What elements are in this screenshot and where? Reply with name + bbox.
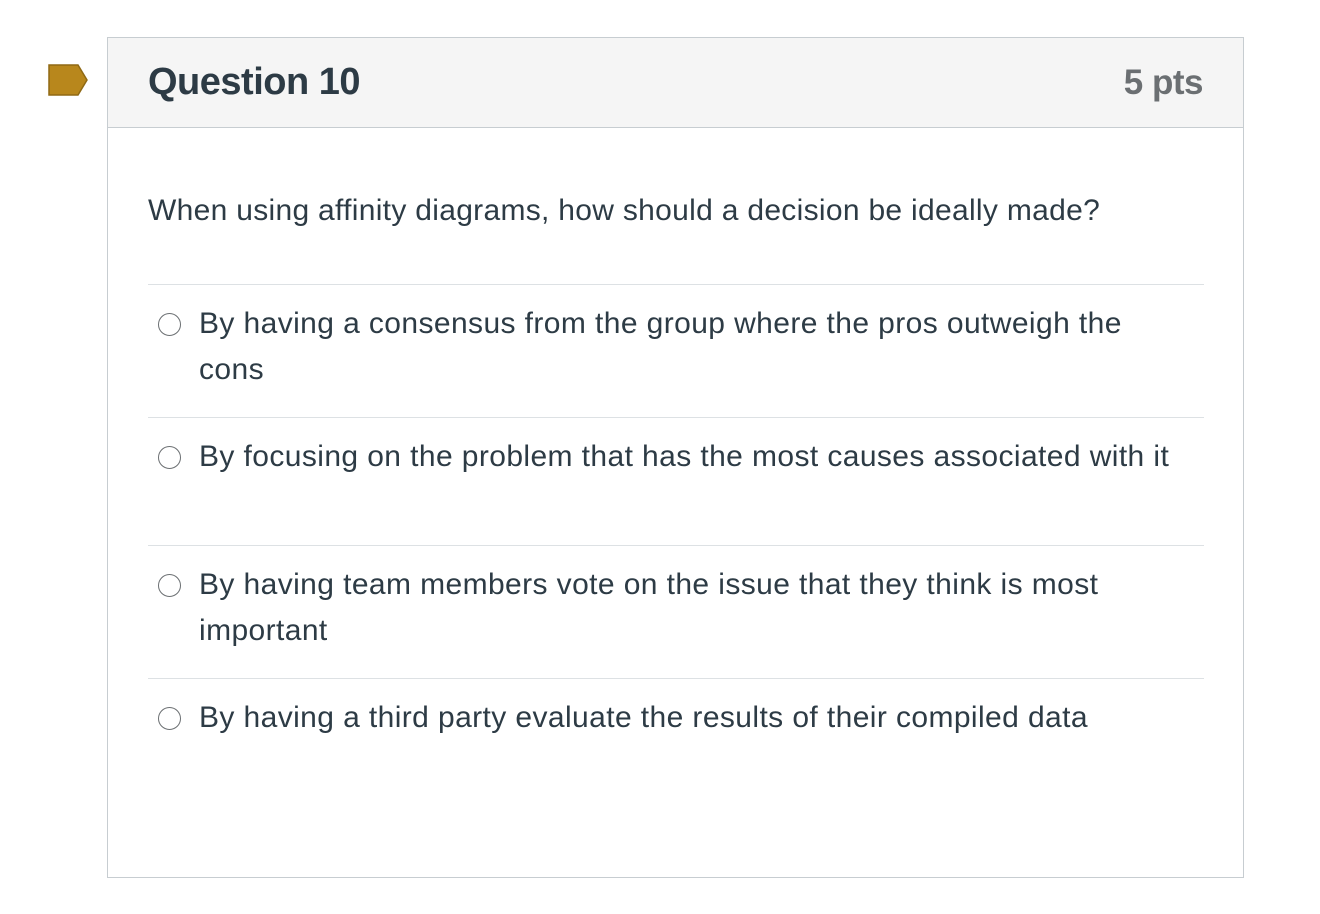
answer-label[interactable]: By having team members vote on the issue…: [199, 562, 1189, 654]
answer-label[interactable]: By having a third party evaluate the res…: [199, 695, 1189, 741]
question-card: Question 10 5 pts When using affinity di…: [107, 37, 1244, 878]
radio-button[interactable]: [158, 574, 181, 597]
question-text: When using affinity diagrams, how should…: [148, 194, 1101, 227]
answer-option[interactable]: By having team members vote on the issue…: [148, 545, 1204, 678]
answer-label[interactable]: By having a consensus from the group whe…: [199, 301, 1189, 393]
answer-option[interactable]: By focusing on the problem that has the …: [148, 417, 1204, 545]
question-points: 5 pts: [1123, 62, 1204, 102]
answer-label[interactable]: By focusing on the problem that has the …: [199, 434, 1189, 480]
radio-button[interactable]: [158, 313, 181, 336]
question-title: Question 10: [148, 61, 361, 103]
question-body: When using affinity diagrams, how should…: [108, 128, 1243, 806]
answer-list: By having a consensus from the group whe…: [148, 284, 1204, 806]
answer-option[interactable]: By having a third party evaluate the res…: [148, 678, 1204, 806]
answer-option[interactable]: By having a consensus from the group whe…: [148, 284, 1204, 417]
radio-button[interactable]: [158, 707, 181, 730]
question-header: Question 10 5 pts: [108, 38, 1243, 128]
radio-button[interactable]: [158, 446, 181, 469]
bookmark-flag-icon[interactable]: [48, 64, 88, 96]
